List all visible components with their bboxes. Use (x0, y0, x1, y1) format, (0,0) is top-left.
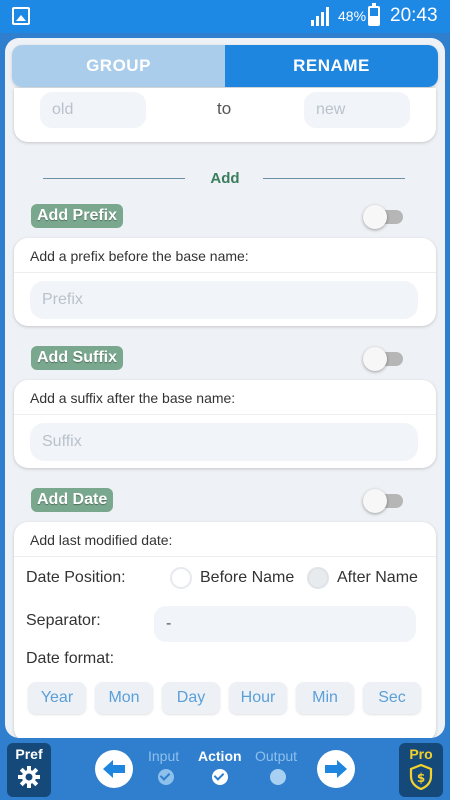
date-card: Add last modified date: Date Position: B… (14, 522, 436, 738)
arrow-left-icon (103, 760, 125, 778)
gear-icon (18, 766, 40, 788)
main-panel: GROUP RENAME old to new Add Add Prefix A… (5, 38, 445, 738)
date-position-label: Date Position: (26, 569, 126, 586)
prefix-input[interactable]: Prefix (30, 281, 418, 319)
back-button[interactable] (95, 750, 133, 788)
add-suffix-toggle[interactable] (363, 347, 403, 371)
replace-card: old to new (14, 88, 436, 142)
format-day-button[interactable]: Day (162, 682, 220, 714)
image-notification-icon (12, 7, 30, 25)
old-text-input[interactable]: old (40, 92, 146, 128)
add-prefix-toggle[interactable] (363, 205, 403, 229)
format-min-button[interactable]: Min (296, 682, 354, 714)
next-button[interactable] (317, 750, 355, 788)
mode-tabs: GROUP RENAME (12, 45, 438, 87)
suffix-card: Add a suffix after the base name: Suffix (14, 380, 436, 468)
pro-label: Pro (409, 746, 433, 762)
add-prefix-badge: Add Prefix (31, 204, 124, 228)
prefix-description: Add a prefix before the base name: (30, 248, 249, 264)
add-date-toggle[interactable] (363, 489, 403, 513)
format-hour-button[interactable]: Hour (229, 682, 287, 714)
clock: 20:43 (390, 5, 438, 26)
step-action-label: Action (198, 748, 242, 764)
step-output-dot-icon (270, 769, 286, 785)
radio-before-name[interactable] (170, 567, 192, 589)
preferences-button[interactable]: Pref (7, 743, 51, 797)
divider-right (263, 178, 405, 179)
step-output-label: Output (255, 748, 298, 764)
step-action-check-icon (212, 769, 228, 785)
pref-label: Pref (15, 746, 43, 762)
to-label: to (217, 99, 232, 118)
step-input-label: Input (148, 748, 180, 764)
rename-options-scroll[interactable]: old to new Add Add Prefix Add a prefix b… (5, 88, 445, 738)
date-description: Add last modified date: (30, 532, 173, 548)
arrow-right-icon (325, 760, 347, 778)
radio-after-name[interactable] (307, 567, 329, 589)
step-input-check-icon (158, 769, 174, 785)
separator-label: Separator: (26, 612, 101, 629)
bottom-nav-bar: Pref Input Action Output Pro $ (0, 738, 450, 800)
suffix-description: Add a suffix after the base name: (30, 390, 236, 406)
add-date-badge: Add Date (31, 488, 114, 512)
prefix-card: Add a prefix before the base name: Prefi… (14, 238, 436, 326)
before-name-label[interactable]: Before Name (200, 569, 294, 587)
battery-percent: 48% (338, 8, 367, 24)
signal-icon (311, 7, 329, 26)
suffix-input[interactable]: Suffix (30, 423, 418, 461)
tab-rename[interactable]: RENAME (225, 45, 438, 87)
format-mon-button[interactable]: Mon (95, 682, 153, 714)
format-sec-button[interactable]: Sec (363, 682, 421, 714)
separator-input[interactable]: - (154, 606, 416, 642)
svg-text:$: $ (417, 771, 425, 785)
battery-icon (368, 3, 380, 26)
pro-button[interactable]: Pro $ (399, 743, 443, 797)
after-name-label[interactable]: After Name (337, 569, 418, 587)
date-format-label: Date format: (26, 650, 115, 667)
new-text-input[interactable]: new (304, 92, 410, 128)
shield-dollar-icon: $ (409, 764, 433, 790)
tab-group[interactable]: GROUP (12, 45, 225, 87)
add-suffix-badge: Add Suffix (31, 346, 123, 370)
format-year-button[interactable]: Year (28, 682, 86, 714)
status-bar: 48% 20:43 (0, 0, 450, 33)
